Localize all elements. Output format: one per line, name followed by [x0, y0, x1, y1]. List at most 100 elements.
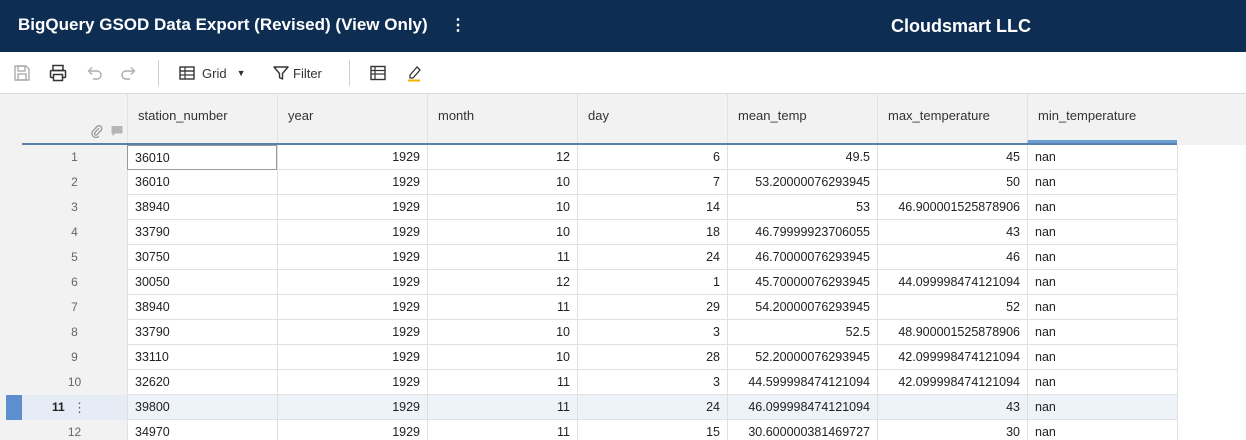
cell-min-temperature[interactable]: nan [1027, 345, 1177, 370]
comment-icon[interactable] [110, 124, 124, 138]
cell-month[interactable]: 10 [427, 220, 577, 245]
cell-max-temperature[interactable]: 45 [877, 145, 1027, 170]
row-number[interactable]: 3 [22, 195, 127, 220]
column-header-station-number[interactable]: station_number [127, 94, 277, 144]
cell-mean-temp[interactable]: 44.599998474121094 [727, 370, 877, 395]
cell-max-temperature[interactable]: 46.900001525878906 [877, 195, 1027, 220]
cell-mean-temp[interactable]: 30.600000381469727 [727, 420, 877, 440]
cell-mean-temp[interactable]: 52.5 [727, 320, 877, 345]
cell-mean-temp[interactable]: 46.70000076293945 [727, 245, 877, 270]
filter-button[interactable]: Filter [272, 62, 322, 84]
row-number[interactable]: 10 [22, 370, 127, 395]
cell-month[interactable]: 11 [427, 370, 577, 395]
cell-mean-temp[interactable]: 46.79999923706055 [727, 220, 877, 245]
redo-button[interactable] [119, 62, 139, 84]
table-row[interactable]: 12 34970 1929 11 15 30.600000381469727 30 nan [0, 420, 1246, 440]
save-button[interactable] [12, 62, 32, 84]
cell-month[interactable]: 10 [427, 195, 577, 220]
cell-month[interactable]: 10 [427, 320, 577, 345]
cell-mean-temp[interactable]: 49.5 [727, 145, 877, 170]
row-number[interactable]: 12 [22, 420, 127, 440]
cell-month[interactable]: 11 [427, 295, 577, 320]
cell-station-number[interactable]: 32620 [127, 370, 277, 395]
table-row[interactable]: 6 30050 1929 12 1 45.70000076293945 44.0999984… [0, 270, 1246, 295]
cell-day[interactable]: 1 [577, 270, 727, 295]
cell-day[interactable]: 24 [577, 245, 727, 270]
table-row[interactable]: 3 38940 1929 10 14 53 46.900001525878906 nan [0, 195, 1246, 220]
cell-day[interactable]: 3 [577, 370, 727, 395]
cell-mean-temp[interactable]: 53 [727, 195, 877, 220]
cell-min-temperature[interactable]: nan [1027, 370, 1177, 395]
cell-year[interactable]: 1929 [277, 195, 427, 220]
table-row[interactable]: 2 36010 1929 10 7 53.20000076293945 50 nan [0, 170, 1246, 195]
cell-station-number[interactable]: 33790 [127, 320, 277, 345]
cell-min-temperature[interactable]: nan [1027, 170, 1177, 195]
cell-day[interactable]: 24 [577, 395, 727, 420]
column-header-max-temperature[interactable]: max_temperature [877, 94, 1027, 144]
cell-day[interactable]: 28 [577, 345, 727, 370]
cell-day[interactable]: 3 [577, 320, 727, 345]
cell-mean-temp[interactable]: 45.70000076293945 [727, 270, 877, 295]
cell-min-temperature[interactable]: nan [1027, 245, 1177, 270]
cell-max-temperature[interactable]: 50 [877, 170, 1027, 195]
cell-station-number[interactable]: 30750 [127, 245, 277, 270]
view-selector-button[interactable]: Grid ▼ [178, 62, 245, 84]
document-menu-icon[interactable]: ⋮ [450, 14, 466, 38]
table-row[interactable]: 11 ⋮ 39800 1929 11 24 46.099998474121094 43 nan [0, 395, 1246, 420]
cell-year[interactable]: 1929 [277, 170, 427, 195]
cell-year[interactable]: 1929 [277, 370, 427, 395]
cell-min-temperature[interactable]: nan [1027, 220, 1177, 245]
cell-year[interactable]: 1929 [277, 270, 427, 295]
cell-year[interactable]: 1929 [277, 295, 427, 320]
row-number[interactable]: 6 [22, 270, 127, 295]
print-button[interactable] [48, 62, 68, 84]
cell-min-temperature[interactable]: nan [1027, 270, 1177, 295]
cell-station-number[interactable]: 36010 [127, 145, 277, 170]
cell-day[interactable]: 15 [577, 420, 727, 440]
row-number[interactable]: 5 [22, 245, 127, 270]
cell-station-number[interactable]: 30050 [127, 270, 277, 295]
cell-month[interactable]: 11 [427, 420, 577, 440]
table-row[interactable]: 7 38940 1929 11 29 54.20000076293945 52 nan [0, 295, 1246, 320]
column-header-min-temperature[interactable]: min_temperature [1027, 94, 1177, 144]
row-number[interactable]: 8 [22, 320, 127, 345]
cell-mean-temp[interactable]: 46.099998474121094 [727, 395, 877, 420]
cell-month[interactable]: 10 [427, 345, 577, 370]
cell-max-temperature[interactable]: 52 [877, 295, 1027, 320]
cell-min-temperature[interactable]: nan [1027, 145, 1177, 170]
cell-min-temperature[interactable]: nan [1027, 320, 1177, 345]
table-row[interactable]: 8 33790 1929 10 3 52.5 48.900001525878906 nan [0, 320, 1246, 345]
cell-station-number[interactable]: 36010 [127, 170, 277, 195]
cell-min-temperature[interactable]: nan [1027, 195, 1177, 220]
cell-station-number[interactable]: 39800 [127, 395, 277, 420]
cell-min-temperature[interactable]: nan [1027, 420, 1177, 440]
table-row[interactable]: 5 30750 1929 11 24 46.70000076293945 46 nan [0, 245, 1246, 270]
undo-button[interactable] [84, 62, 104, 84]
cell-month[interactable]: 11 [427, 395, 577, 420]
cell-max-temperature[interactable]: 43 [877, 395, 1027, 420]
row-number[interactable]: 4 [22, 220, 127, 245]
row-number[interactable]: 2 [22, 170, 127, 195]
cell-year[interactable]: 1929 [277, 320, 427, 345]
cell-year[interactable]: 1929 [277, 395, 427, 420]
attachment-icon[interactable] [90, 124, 104, 138]
cell-mean-temp[interactable]: 53.20000076293945 [727, 170, 877, 195]
cell-max-temperature[interactable]: 48.900001525878906 [877, 320, 1027, 345]
cell-month[interactable]: 11 [427, 245, 577, 270]
cell-mean-temp[interactable]: 54.20000076293945 [727, 295, 877, 320]
table-row[interactable]: 9 33110 1929 10 28 52.20000076293945 42.099998… [0, 345, 1246, 370]
table-row[interactable]: 4 33790 1929 10 18 46.79999923706055 43 nan [0, 220, 1246, 245]
cell-day[interactable]: 7 [577, 170, 727, 195]
table-row[interactable]: 1 36010 1929 12 6 49.5 45 nan [0, 145, 1246, 170]
cell-year[interactable]: 1929 [277, 145, 427, 170]
cell-year[interactable]: 1929 [277, 420, 427, 440]
cell-station-number[interactable]: 33790 [127, 220, 277, 245]
highlight-changes-button[interactable] [405, 62, 423, 84]
cell-min-temperature[interactable]: nan [1027, 395, 1177, 420]
cell-max-temperature[interactable]: 30 [877, 420, 1027, 440]
column-header-month[interactable]: month [427, 94, 577, 144]
cell-max-temperature[interactable]: 42.099998474121094 [877, 345, 1027, 370]
cell-year[interactable]: 1929 [277, 220, 427, 245]
row-number[interactable]: 7 [22, 295, 127, 320]
cell-station-number[interactable]: 34970 [127, 420, 277, 440]
